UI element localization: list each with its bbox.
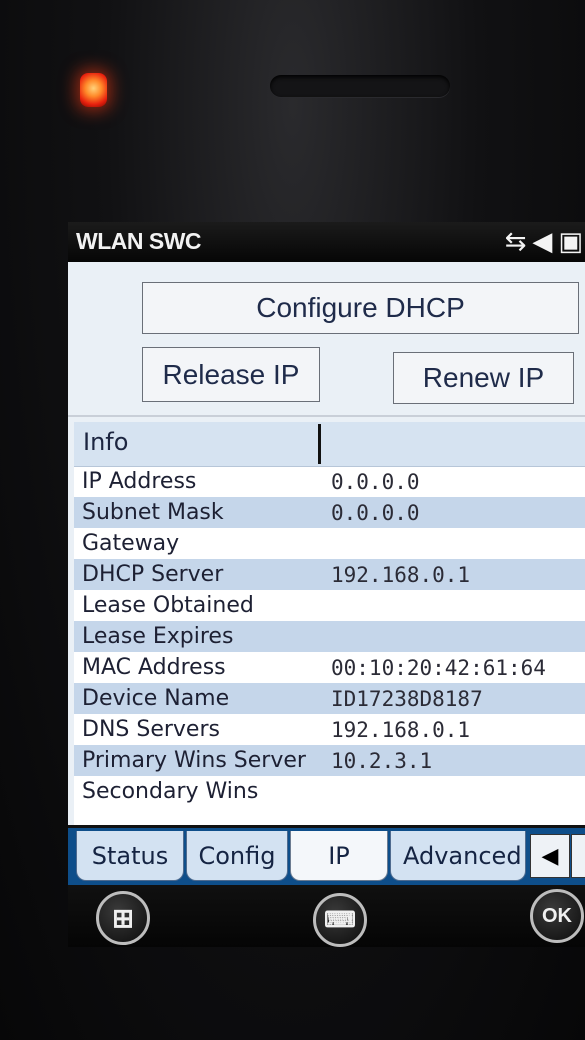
release-ip-button[interactable]: Release IP <box>142 347 320 402</box>
row-label: Secondary Wins <box>82 779 259 804</box>
list-header[interactable]: Info <box>74 422 585 467</box>
row-label: Lease Obtained <box>82 593 254 618</box>
tab-bar: Status Config IP Advanced ◀ <box>68 825 585 888</box>
list-item[interactable]: Lease Expires <box>74 621 585 652</box>
tab-scroll-left-icon[interactable]: ◀ <box>530 834 570 878</box>
ip-page: Configure DHCP Release IP Renew IP Info … <box>68 262 585 825</box>
row-value: 0.0.0.0 <box>331 469 420 494</box>
tab-scroll-right-icon[interactable] <box>571 834 585 878</box>
ok-button[interactable]: OK <box>530 889 584 943</box>
configure-dhcp-button[interactable]: Configure DHCP <box>142 282 579 334</box>
title-bar: WLAN SWC ⇆ ◀︎ ▣ <box>68 222 585 262</box>
row-value: 192.168.0.1 <box>331 717 471 742</box>
column-divider[interactable] <box>318 424 321 464</box>
list-item[interactable]: DNS Servers 192.168.0.1 <box>74 714 585 745</box>
volume-muted-icon[interactable]: ◀︎ <box>532 225 552 259</box>
tab-ip[interactable]: IP <box>290 831 388 881</box>
row-label: MAC Address <box>82 655 226 680</box>
row-value: 10.2.3.1 <box>331 748 433 773</box>
tab-config[interactable]: Config <box>186 831 288 881</box>
app-title: WLAN SWC <box>76 228 202 254</box>
list-item[interactable]: DHCP Server 192.168.0.1 <box>74 559 585 590</box>
renew-ip-button[interactable]: Renew IP <box>393 352 574 404</box>
row-label: DNS Servers <box>82 717 220 742</box>
row-label: Subnet Mask <box>82 500 224 525</box>
connectivity-icon[interactable]: ⇆ <box>505 225 527 259</box>
row-value: ID17238D8187 <box>331 686 483 711</box>
list-item[interactable]: Lease Obtained <box>74 590 585 621</box>
row-value: 0.0.0.0 <box>331 500 420 525</box>
row-value: 00:10:20:42:61:64 <box>331 655 546 680</box>
list-item[interactable]: Secondary Wins <box>74 776 585 807</box>
info-list[interactable]: Info IP Address 0.0.0.0 Subnet Mask 0.0.0.… <box>74 422 585 825</box>
tab-status[interactable]: Status <box>76 831 184 881</box>
info-column-header: Info <box>83 428 129 456</box>
list-item[interactable]: MAC Address 00:10:20:42:61:64 <box>74 652 585 683</box>
divider <box>68 415 585 417</box>
battery-icon[interactable]: ▣ <box>558 225 583 259</box>
row-label: IP Address <box>82 469 197 494</box>
status-icons: ⇆ ◀︎ ▣ <box>505 225 583 259</box>
status-led <box>80 73 107 107</box>
row-value: 192.168.0.1 <box>331 562 471 587</box>
list-item[interactable]: Gateway <box>74 528 585 559</box>
row-label: Gateway <box>82 531 180 556</box>
list-item[interactable]: Device Name ID17238D8187 <box>74 683 585 714</box>
list-item[interactable]: Subnet Mask 0.0.0.0 <box>74 497 585 528</box>
row-label: Device Name <box>82 686 230 711</box>
row-label: Primary Wins Server <box>82 748 306 773</box>
device-screen: WLAN SWC ⇆ ◀︎ ▣ Configure DHCP Release I… <box>68 222 585 947</box>
row-label: Lease Expires <box>82 624 234 649</box>
keyboard-button[interactable]: ⌨ <box>313 893 367 947</box>
list-item[interactable]: IP Address 0.0.0.0 <box>74 466 585 497</box>
row-label: DHCP Server <box>82 562 224 587</box>
list-item[interactable]: Primary Wins Server 10.2.3.1 <box>74 745 585 776</box>
tab-advanced[interactable]: Advanced <box>390 831 526 881</box>
speaker-grille <box>270 75 450 97</box>
start-menu-button[interactable]: ⊞ <box>96 891 150 945</box>
softkey-bar: ⊞ ⌨ OK <box>68 885 585 947</box>
